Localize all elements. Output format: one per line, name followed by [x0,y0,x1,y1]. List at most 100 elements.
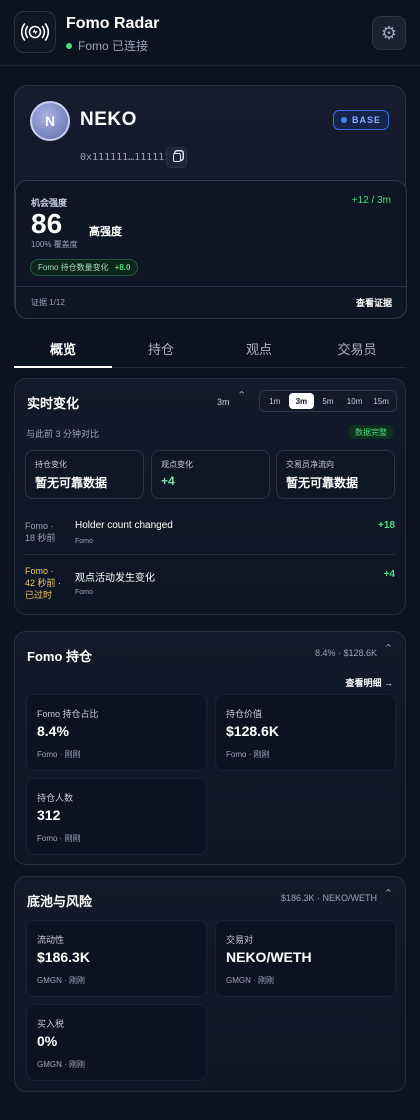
realtime-title: 实时变化 [27,396,80,411]
connection-status-label: Fomo 已连接 [78,39,149,53]
stat-card: 交易对 NEKO/WETH GMGN · 刚刚 [215,920,396,997]
chain-label: BASE [351,115,381,125]
timeframe-5m[interactable]: 5m [315,393,341,409]
event-source-line: Fomo · [25,521,54,531]
stat-label: 持仓价值 [226,709,263,719]
stat-sub: Fomo · 刚刚 [37,834,81,843]
connection-status: Fomo 已连接 [66,37,148,54]
view-evidence-link[interactable]: 查看证据 [356,296,392,309]
view-details-link[interactable]: 查看明细 → [345,676,393,689]
timeframe-15m[interactable]: 15m [368,393,394,409]
stat-card: 买入税 0% GMGN · 刚刚 [26,1004,207,1081]
signal-chip-label: Fomo 持仓数量变化 [38,263,109,272]
copy-icon [172,153,181,162]
stat-sub: Fomo · 刚刚 [226,750,270,759]
mini-card-label: 持仓变化 [35,460,67,469]
tab-views[interactable]: 观点 [210,330,308,367]
stat-card: 流动性 $186.3K GMGN · 刚刚 [26,920,207,997]
stat-value: 8.4% [37,723,69,739]
stat-sub: Fomo · 刚刚 [37,750,81,759]
copy-address-button[interactable] [166,147,187,168]
divider [25,554,395,555]
mini-card-value: +4 [161,474,175,488]
tab-overview[interactable]: 概览 [14,330,112,368]
settings-button[interactable]: ⚙ [372,16,406,50]
app-title: Fomo Radar [66,15,160,32]
stat-card: 持仓人数 312 Fomo · 刚刚 [26,778,207,855]
stat-value: 0% [37,1033,58,1049]
chain-dot-icon [340,117,347,123]
holding-change-card: 持仓变化 暂无可靠数据 [25,450,144,499]
comparison-note: 与此前 3 分钟对比 [26,429,100,439]
stat-label: 买入税 [37,1019,65,1029]
event-title: 观点活动发生变化 [75,573,155,584]
stat-label: Fomo 持仓占比 [37,709,99,719]
divider [16,286,406,287]
mini-card-label: 交易员净流向 [286,460,334,469]
stat-card: Fomo 持仓占比 8.4% Fomo · 刚刚 [26,694,207,771]
mini-card-value: 暂无可靠数据 [286,476,359,490]
realtime-window-label: 3m [217,397,230,407]
stat-value: $186.3K [37,949,90,965]
mini-card-label: 观点变化 [161,460,193,469]
signal-chip-value: +8.0 [114,263,131,272]
radar-logo-icon [14,11,56,53]
app-header: Fomo Radar Fomo 已连接 ⚙ [0,0,420,66]
tab-holdings[interactable]: 持仓 [112,330,210,367]
tab-bar: 概览 持仓 观点 交易员 [14,330,406,368]
realtime-panel: 实时变化 3m ⌃ 1m 3m 5m 10m 15m 与此前 3 分钟对比 数据… [14,378,406,615]
collapse-chevron-icon[interactable]: ⌃ [384,642,393,655]
signal-chip: Fomo 持仓数量变化 +8.0 [30,259,139,276]
event-source-line: Fomo · [25,566,54,576]
strength-coverage: 100% 覆盖度 [31,240,78,249]
event-sub: Fomo [75,538,93,545]
stat-sub: GMGN · 刚刚 [37,1060,85,1069]
event-source-line: 18 秒前 [25,533,56,543]
pool-risk-panel: 底池与风险 $186.3K · NEKO/WETH ⌃ 流动性 $186.3K … [14,876,406,1092]
event-source: Fomo · 18 秒前 [25,520,69,544]
token-card: N NEKO BASE 0x111111…111111 机会强度 +12 / 3… [14,85,407,319]
stat-value: $128.6K [226,723,279,739]
pool-meta: $186.3K · NEKO/WETH [280,893,377,903]
gear-icon: ⚙ [380,22,398,43]
holdings-meta: 8.4% · $128.6K [314,648,377,658]
timeframe-selector: 1m 3m 5m 10m 15m [259,390,397,412]
pool-title: 底池与风险 [27,894,93,909]
event-value: +18 [378,520,395,531]
strength-level: 高强度 [89,226,122,238]
token-address: 0x111111…111111 [80,152,171,163]
mini-card-value: 暂无可靠数据 [35,476,108,490]
collapse-chevron-icon[interactable]: ⌃ [384,887,393,900]
collapse-chevron-icon[interactable]: ⌃ [237,389,246,402]
event-value: +4 [383,569,395,580]
event-source: Fomo · 42 秒前 · 已过时 [25,565,69,601]
event-row[interactable]: Fomo · 42 秒前 · 已过时 观点活动发生变化 Fomo +4 [25,565,395,605]
stat-label: 交易对 [226,935,254,945]
stat-card: 持仓价值 $128.6K Fomo · 刚刚 [215,694,396,771]
evidence-count: 证据 1/12 [31,298,65,307]
stat-value: 312 [37,807,61,823]
stat-sub: GMGN · 刚刚 [37,976,85,985]
strength-score: 86 [31,208,63,239]
opportunity-strength-card: 机会强度 +12 / 3m 86 高强度 100% 覆盖度 Fomo 持仓数量变… [15,180,407,319]
event-row[interactable]: Fomo · 18 秒前 Holder count changed Fomo +… [25,520,395,550]
event-source-line: 42 秒前 · [25,578,62,588]
stat-label: 持仓人数 [37,793,74,803]
timeframe-3m[interactable]: 3m [288,393,315,409]
token-name: NEKO [80,109,137,130]
data-complete-badge: 数据完整 [349,425,393,439]
holdings-panel: Fomo 持仓 8.4% · $128.6K ⌃ 查看明细 → Fomo 持仓占… [14,631,406,865]
timeframe-1m[interactable]: 1m [262,393,288,409]
stat-sub: GMGN · 刚刚 [226,976,274,985]
event-sub: Fomo [75,589,93,596]
timeframe-10m[interactable]: 10m [342,393,368,409]
holdings-title: Fomo 持仓 [27,649,92,664]
event-source-line: 已过时 [25,590,53,600]
strength-delta: +12 / 3m [351,195,391,206]
tab-traders[interactable]: 交易员 [308,330,406,367]
event-title: Holder count changed [75,520,173,531]
trader-flow-card: 交易员净流向 暂无可靠数据 [276,450,395,499]
stat-value: NEKO/WETH [226,949,312,965]
stat-label: 流动性 [37,935,65,945]
chain-badge: BASE [332,110,389,130]
